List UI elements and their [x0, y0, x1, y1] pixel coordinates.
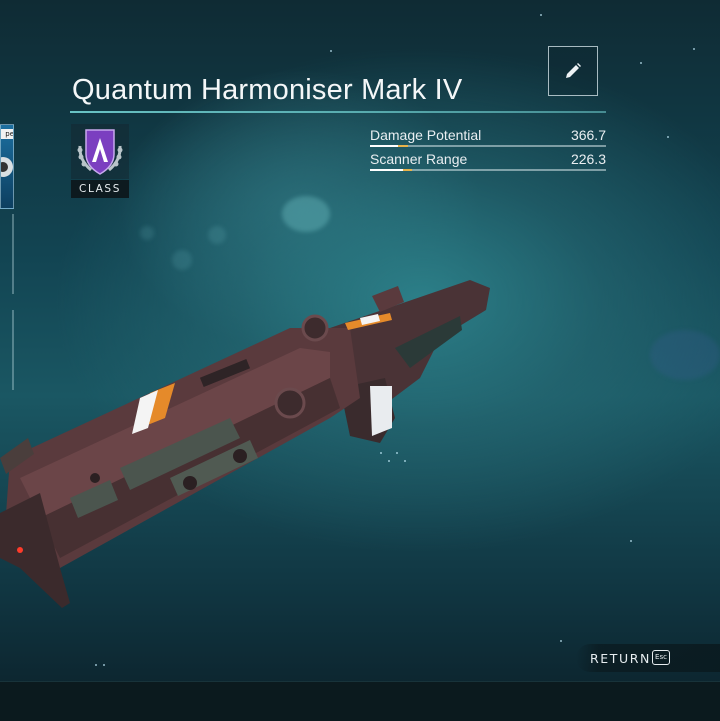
stat-bar-accent — [403, 169, 413, 171]
stat-row-scanner: Scanner Range 226.3 — [370, 151, 606, 175]
item-title: Quantum Harmoniser Mark IV — [72, 74, 463, 106]
particle — [95, 664, 97, 666]
particle — [693, 48, 695, 50]
bokeh-light — [140, 226, 154, 240]
stat-value: 226.3 — [570, 151, 606, 167]
particle — [640, 62, 642, 64]
bokeh-light — [282, 196, 330, 232]
stat-bar-fill — [370, 169, 404, 171]
stat-bar-accent — [398, 145, 408, 147]
class-badge: CLASS — [71, 124, 129, 198]
slot-tag: pe — [1, 129, 13, 139]
particle — [330, 50, 332, 52]
stat-label: Scanner Range — [370, 151, 468, 167]
return-label: RETURN — [590, 651, 652, 666]
class-emblem — [71, 124, 129, 179]
particle — [540, 14, 542, 16]
pencil-icon — [566, 63, 581, 78]
bokeh-light — [208, 226, 226, 244]
stat-value: 366.7 — [570, 127, 606, 143]
class-label: CLASS — [71, 180, 129, 198]
stat-bar — [370, 145, 606, 147]
multitool-weapon-render — [0, 280, 490, 608]
rename-button[interactable] — [548, 46, 598, 96]
inventory-slot[interactable]: pe — [0, 124, 14, 209]
particle — [667, 136, 669, 138]
particle — [560, 640, 562, 642]
stat-bar — [370, 169, 606, 171]
particle — [630, 540, 632, 542]
stats-panel: Damage Potential 366.7 Scanner Range 226… — [370, 127, 606, 175]
bokeh-light — [650, 330, 720, 380]
bottom-bar — [0, 681, 720, 721]
bokeh-light — [172, 250, 192, 270]
stat-row-damage: Damage Potential 366.7 — [370, 127, 606, 151]
particle — [103, 664, 105, 666]
stat-bar-fill — [370, 145, 399, 147]
esc-key-icon: Esc — [652, 650, 670, 665]
stat-label: Damage Potential — [370, 127, 482, 143]
class-a-icon — [77, 129, 123, 175]
slot-item-icon — [1, 157, 13, 177]
return-button[interactable]: RETURN Esc — [576, 644, 720, 672]
title-underline — [70, 111, 606, 113]
